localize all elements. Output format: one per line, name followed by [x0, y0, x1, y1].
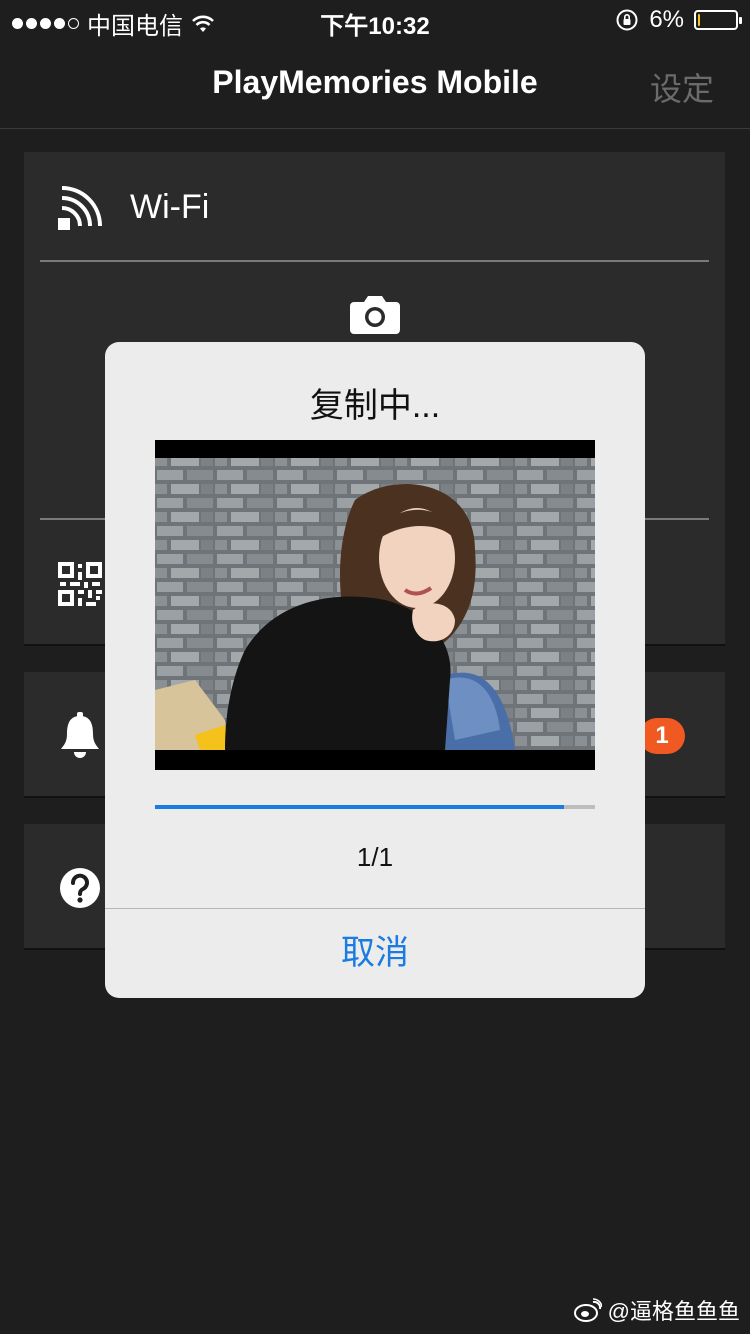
photo-thumbnail-image: [155, 440, 595, 770]
status-bar: 中国电信 下午10:32 6%: [0, 0, 750, 40]
page-title: PlayMemories Mobile: [212, 64, 538, 100]
watermark-text: @逼格鱼鱼鱼: [607, 1299, 740, 1324]
status-right: 6%: [615, 6, 742, 34]
watermark: @逼格鱼鱼鱼: [573, 1294, 740, 1326]
camera-icon[interactable]: [350, 294, 400, 334]
wifi-icon: [58, 186, 102, 230]
dialog-title: 复制中...: [309, 387, 441, 425]
battery-percent: 6%: [649, 6, 684, 33]
rotation-lock-icon: [616, 9, 638, 31]
copy-progress-fill: [155, 805, 565, 809]
help-icon: [60, 868, 100, 908]
settings-button[interactable]: 设定: [650, 64, 714, 110]
cancel-button[interactable]: 取消: [105, 909, 645, 998]
bell-icon: [61, 712, 99, 758]
battery-icon: [694, 10, 742, 30]
wifi-row[interactable]: Wi-Fi: [24, 152, 725, 260]
weibo-logo-icon: [573, 1298, 602, 1322]
app-screen: 中国电信 下午10:32 6% PlayMemories Mobile 设定 W…: [0, 0, 750, 1334]
copy-progress-dialog: 复制中... 1/1 取消: [105, 342, 645, 998]
photo-preview: [155, 440, 595, 770]
qr-code-icon[interactable]: [58, 562, 102, 606]
notification-badge: 1: [639, 718, 685, 754]
battery-cap: [739, 17, 742, 24]
copy-counter: 1/1: [356, 842, 394, 872]
wifi-label: Wi-Fi: [130, 188, 210, 226]
navigation-bar: PlayMemories Mobile 设定: [0, 40, 750, 129]
copy-progress-bar: [155, 805, 595, 809]
battery-fill: [698, 14, 701, 26]
divider: [40, 260, 709, 262]
